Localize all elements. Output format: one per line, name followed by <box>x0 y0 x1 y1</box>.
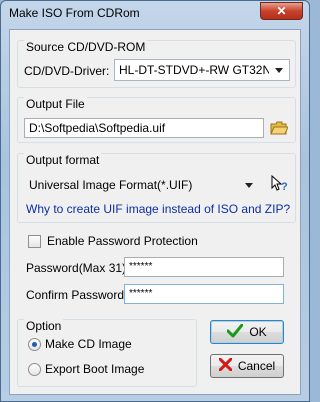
option-group-label: Option <box>24 319 64 333</box>
output-file-group: Output File D:\Softpedia\Softpedia.uif <box>17 97 296 143</box>
password-value: ****** <box>129 261 153 272</box>
option-group: Option Make CD Image Export Boot Image <box>17 319 197 387</box>
why-uif-link[interactable]: Why to create UIF image instead of ISO a… <box>26 202 290 216</box>
enable-password-checkbox[interactable] <box>28 235 41 248</box>
close-button[interactable]: ✕ <box>260 2 303 20</box>
format-select-value: Universal Image Format(*.UIF) <box>29 178 193 192</box>
export-boot-image-label: Export Boot Image <box>45 362 145 376</box>
cancel-x-icon <box>218 357 233 374</box>
output-file-group-label: Output File <box>24 97 87 111</box>
export-boot-image-radio[interactable] <box>28 363 41 376</box>
cancel-button-label: Cancel <box>237 359 276 373</box>
driver-select[interactable]: HL-DT-STDVD+-RW GT32N (I <box>114 59 290 81</box>
make-cd-image-label: Make CD Image <box>45 337 132 351</box>
cancel-button[interactable]: Cancel <box>210 354 284 378</box>
help-cursor-icon[interactable]: ? <box>270 175 290 193</box>
driver-label: CD/DVD-Driver: <box>24 64 110 78</box>
title-bar[interactable]: Make ISO From CDRom ✕ <box>1 1 309 27</box>
browse-folder-icon[interactable] <box>269 119 289 137</box>
ok-button-label: OK <box>249 325 267 339</box>
dialog-window: Make ISO From CDRom ✕ Source CD/DVD-ROM … <box>0 0 310 402</box>
source-group: Source CD/DVD-ROM CD/DVD-Driver: HL-DT-S… <box>17 40 296 88</box>
output-path-field[interactable]: D:\Softpedia\Softpedia.uif <box>24 118 264 138</box>
confirm-password-label: Confirm Password: <box>26 288 128 302</box>
window-title: Make ISO From CDRom <box>9 6 140 20</box>
checkmark-icon <box>226 323 244 341</box>
make-cd-image-radio[interactable] <box>28 338 41 351</box>
radio-selected-dot <box>32 342 37 347</box>
password-label: Password(Max 31): <box>26 261 130 275</box>
dialog-client-area: Source CD/DVD-ROM CD/DVD-Driver: HL-DT-S… <box>9 29 301 395</box>
svg-text:?: ? <box>281 181 288 193</box>
chevron-down-icon <box>242 179 256 191</box>
password-group: Enable Password Protection Password(Max … <box>17 234 296 312</box>
close-icon: ✕ <box>276 4 287 18</box>
ok-button[interactable]: OK <box>210 320 284 344</box>
password-field[interactable]: ****** <box>124 257 284 277</box>
output-format-group-label: Output format <box>24 153 102 167</box>
chevron-down-icon <box>272 64 286 76</box>
confirm-password-value: ****** <box>129 288 153 299</box>
enable-password-label: Enable Password Protection <box>47 234 198 248</box>
source-group-label: Source CD/DVD-ROM <box>24 40 148 54</box>
format-select[interactable]: Universal Image Format(*.UIF) <box>24 174 260 196</box>
output-format-group: Output format Universal Image Format(*.U… <box>17 153 296 223</box>
confirm-password-field[interactable]: ****** <box>124 284 284 304</box>
output-path-value: D:\Softpedia\Softpedia.uif <box>29 121 166 135</box>
driver-select-value: HL-DT-STDVD+-RW GT32N (I <box>119 63 269 77</box>
